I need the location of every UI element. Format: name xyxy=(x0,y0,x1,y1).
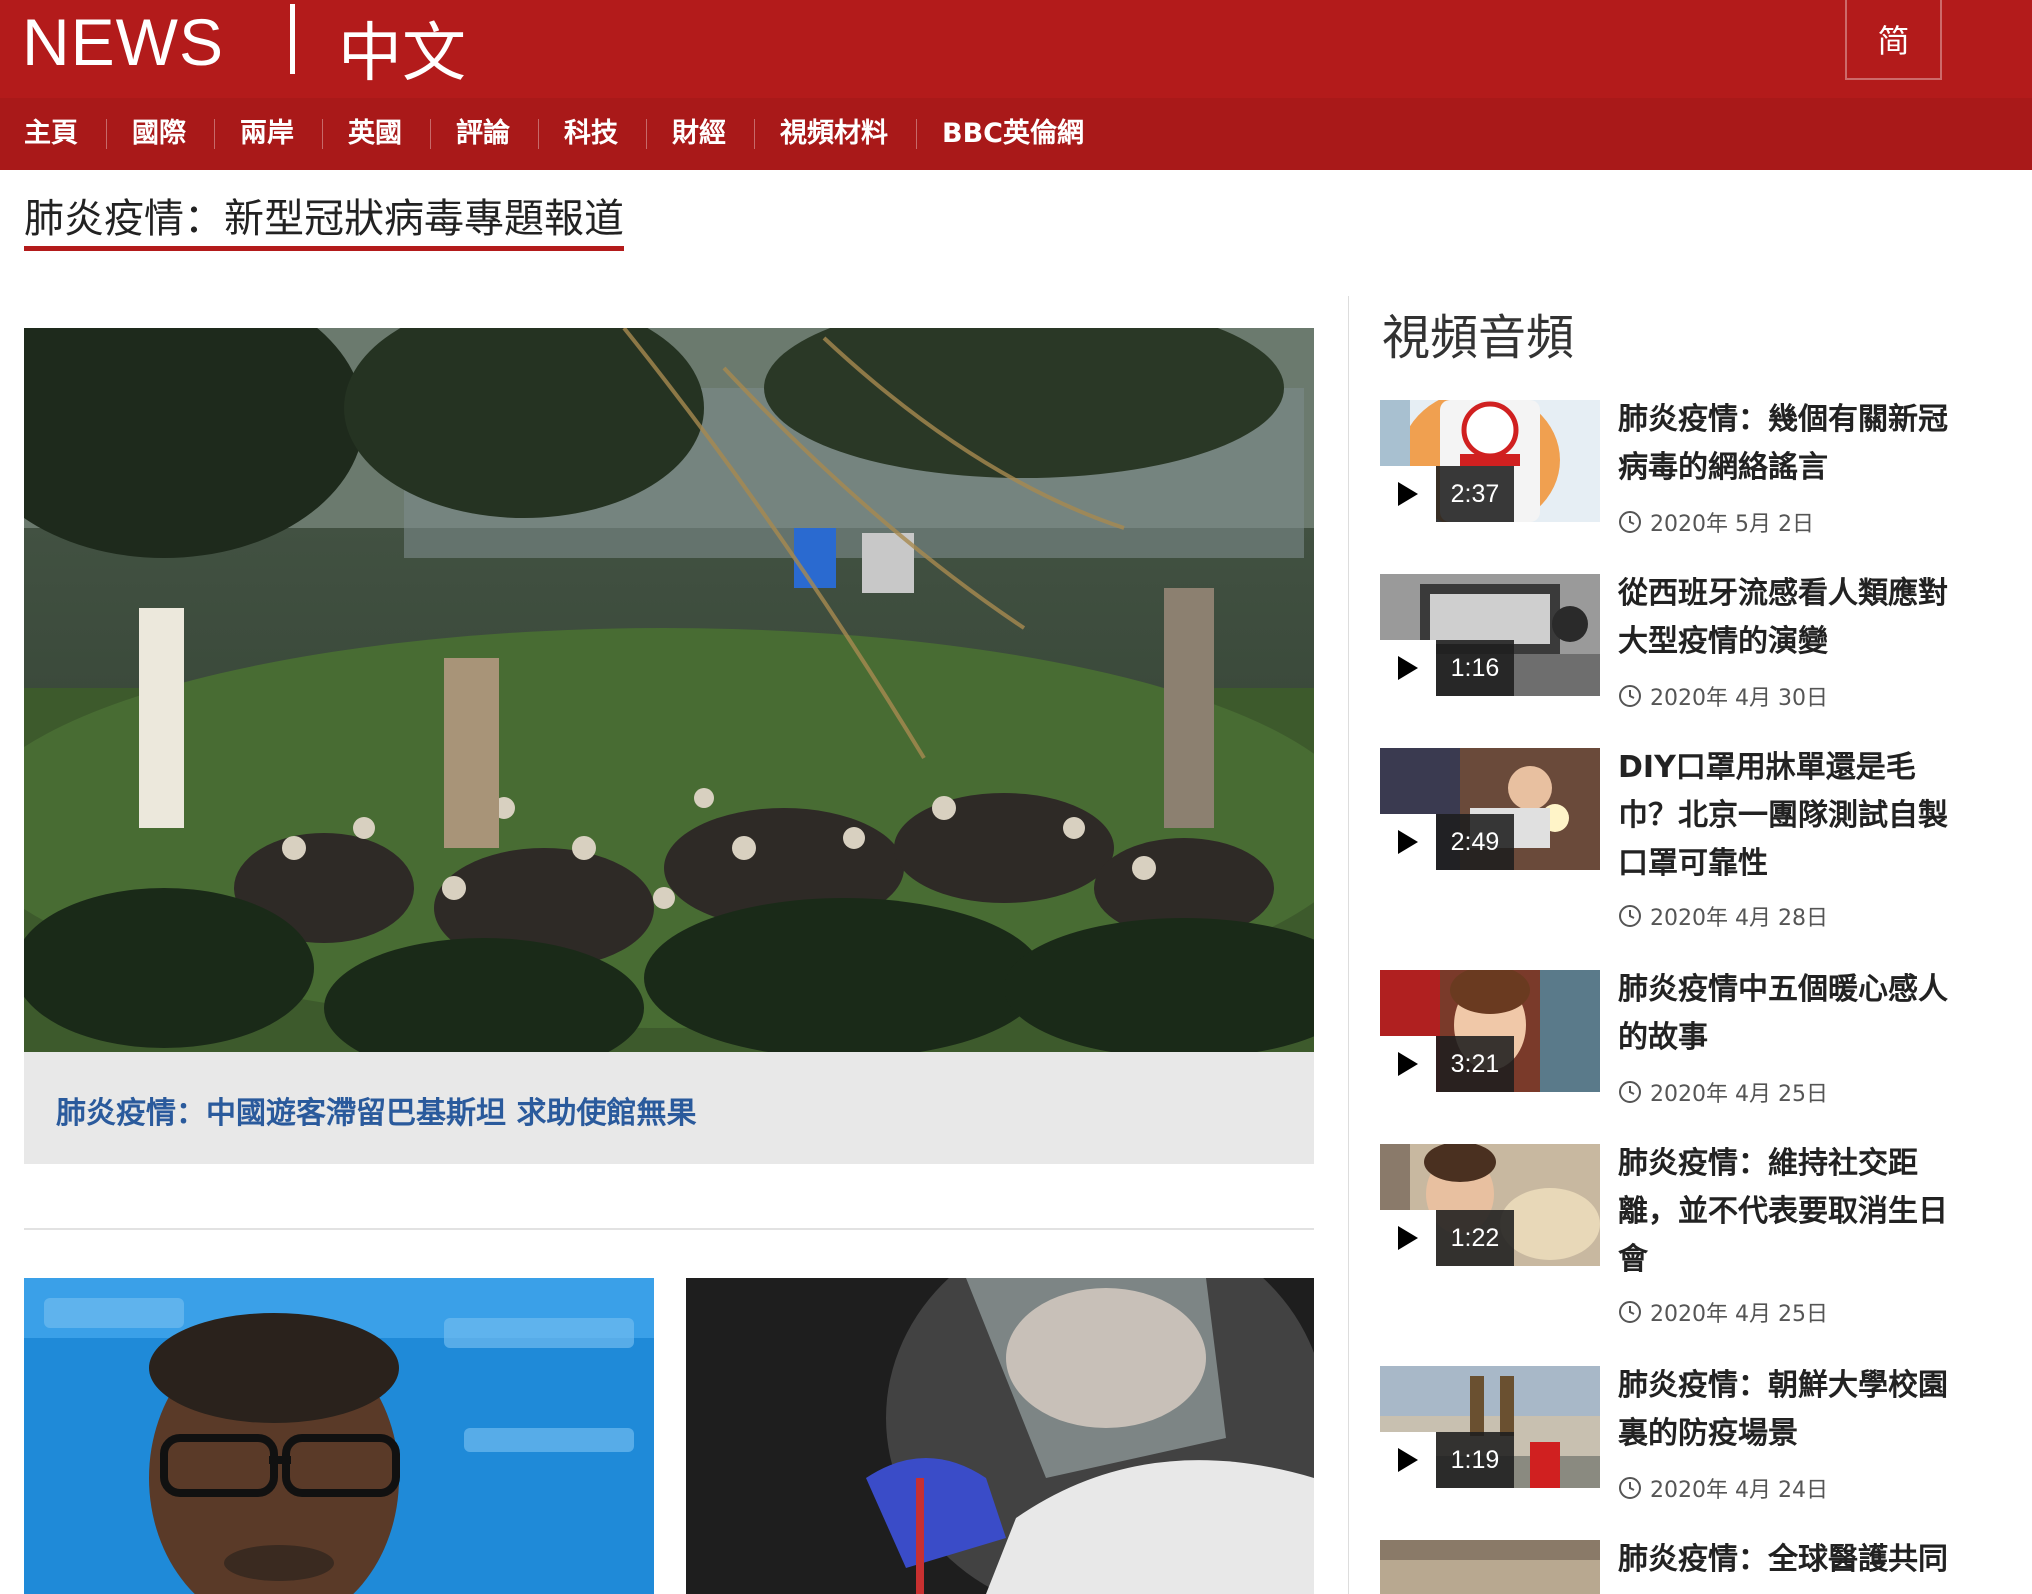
media-item-title[interactable]: 肺炎疫情：幾個有關新冠病毒的網絡謠言 xyxy=(1618,396,1968,492)
clock-icon xyxy=(1619,1477,1641,1499)
media-section-heading: 視頻音頻 xyxy=(1382,310,1575,366)
media-item-title[interactable]: 從西班牙流感看人類應對大型疫情的演變 xyxy=(1618,570,1968,666)
nav-item-finance[interactable]: 財經 xyxy=(672,119,755,149)
media-item[interactable]: 1:22 肺炎疫情：維持社交距離，並不代表要取消生日會 2020年 4月 25日 xyxy=(1380,1144,2010,1340)
nav-item-uk[interactable]: 英國 xyxy=(348,119,431,149)
hero-headline-link[interactable]: 肺炎疫情：中國遊客滯留巴基斯坦 求助使館無果 xyxy=(56,1088,696,1132)
video-duration: 1:16 xyxy=(1436,640,1514,696)
play-icon[interactable] xyxy=(1380,1036,1436,1092)
nav-item-home[interactable]: 主頁 xyxy=(24,119,107,149)
video-thumbnail[interactable] xyxy=(1380,1540,1600,1594)
video-duration: 1:19 xyxy=(1436,1432,1514,1488)
video-thumbnail[interactable]: 1:19 xyxy=(1380,1366,1600,1488)
section-divider xyxy=(24,1228,1314,1230)
media-item[interactable]: 1:16 從西班牙流感看人類應對大型疫情的演變 2020年 4月 30日 xyxy=(1380,574,2010,724)
nav-item-technology[interactable]: 科技 xyxy=(564,119,647,149)
clock-icon xyxy=(1619,905,1641,927)
media-item-title[interactable]: 肺炎疫情：維持社交距離，並不代表要取消生日會 xyxy=(1618,1140,1968,1284)
media-item[interactable]: 2:37 肺炎疫情：幾個有關新冠病毒的網絡謠言 2020年 5月 2日 xyxy=(1380,400,2010,550)
media-item-date: 2020年 4月 25日 xyxy=(1618,1076,1828,1108)
play-icon[interactable] xyxy=(1380,1432,1436,1488)
clock-icon xyxy=(1619,1081,1641,1103)
video-thumbnail[interactable]: 2:37 xyxy=(1380,400,1600,522)
nav-item-international[interactable]: 國際 xyxy=(132,119,215,149)
hero-caption-box: 肺炎疫情：中國遊客滯留巴基斯坦 求助使館無果 xyxy=(24,1052,1314,1164)
clock-icon xyxy=(1619,511,1641,533)
column-divider xyxy=(1348,296,1349,1594)
video-duration: 3:21 xyxy=(1436,1036,1514,1092)
video-duration: 1:22 xyxy=(1436,1210,1514,1266)
nav-item-bbc-uk-chinese[interactable]: BBC英倫網 xyxy=(942,119,1112,149)
page-title-underline xyxy=(24,246,624,251)
play-icon[interactable] xyxy=(1380,1210,1436,1266)
play-icon[interactable] xyxy=(1380,466,1436,522)
media-item-date: 2020年 4月 25日 xyxy=(1618,1296,1828,1328)
media-item-title[interactable]: 肺炎疫情：朝鮮大學校園裏的防疫場景 xyxy=(1618,1362,1968,1458)
brand-logo-news[interactable]: NEWS xyxy=(22,4,224,80)
play-icon[interactable] xyxy=(1380,814,1436,870)
media-item-date: 2020年 5月 2日 xyxy=(1618,506,1814,538)
story-image-lab-test[interactable] xyxy=(686,1278,1314,1594)
media-item[interactable]: 1:19 肺炎疫情：朝鮮大學校園裏的防疫場景 2020年 4月 24日 xyxy=(1380,1366,2010,1516)
media-item-date: 2020年 4月 30日 xyxy=(1618,680,1828,712)
brand-separator xyxy=(290,4,295,74)
play-icon[interactable] xyxy=(1380,640,1436,696)
clock-icon xyxy=(1619,685,1641,707)
top-header: NEWS 中文 简 xyxy=(0,0,2032,98)
media-item[interactable]: 2:49 DIY口罩用牀單還是毛巾？北京一團隊測試自製口罩可靠性 2020年 4… xyxy=(1380,748,2010,944)
page-title: 肺炎疫情：新型冠狀病毒專題報道 xyxy=(24,196,624,242)
video-thumbnail[interactable]: 1:22 xyxy=(1380,1144,1600,1266)
nav-item-commentary[interactable]: 評論 xyxy=(456,119,539,149)
video-thumbnail[interactable]: 3:21 xyxy=(1380,970,1600,1092)
media-item-title[interactable]: 肺炎疫情：全球醫護共同 xyxy=(1618,1540,1968,1584)
video-duration: 2:49 xyxy=(1436,814,1514,870)
clock-icon xyxy=(1619,1301,1641,1323)
main-navigation: 主頁 國際 兩岸 英國 評論 科技 財經 視頻材料 BBC英倫網 xyxy=(0,98,2032,170)
video-thumbnail[interactable]: 1:16 xyxy=(1380,574,1600,696)
media-item-date: 2020年 4月 24日 xyxy=(1618,1472,1828,1504)
brand-logo-chinese[interactable]: 中文 xyxy=(338,2,466,94)
hero-image[interactable] xyxy=(24,328,1314,1052)
media-item-title[interactable]: DIY口罩用牀單還是毛巾？北京一團隊測試自製口罩可靠性 xyxy=(1618,744,1968,888)
media-item[interactable]: 肺炎疫情：全球醫護共同 xyxy=(1380,1540,2010,1594)
video-duration: 2:37 xyxy=(1436,466,1514,522)
nav-item-video[interactable]: 視頻材料 xyxy=(780,119,917,149)
video-thumbnail[interactable]: 2:49 xyxy=(1380,748,1600,870)
media-item-date: 2020年 4月 28日 xyxy=(1618,900,1828,932)
media-item-title[interactable]: 肺炎疫情中五個暖心感人的故事 xyxy=(1618,966,1968,1062)
simplified-chinese-toggle-button[interactable]: 简 xyxy=(1845,0,1942,80)
story-image-who-director[interactable] xyxy=(24,1278,654,1594)
nav-item-cross-strait[interactable]: 兩岸 xyxy=(240,119,323,149)
media-item[interactable]: 3:21 肺炎疫情中五個暖心感人的故事 2020年 4月 25日 xyxy=(1380,970,2010,1120)
